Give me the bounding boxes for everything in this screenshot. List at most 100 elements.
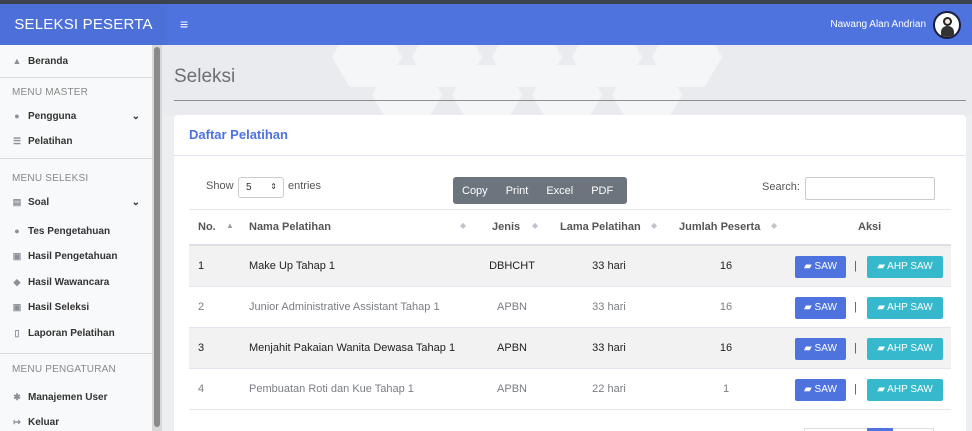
- saw-button[interactable]: ▰ SAW: [795, 379, 846, 401]
- list-icon: ☰: [12, 135, 22, 146]
- ahp-saw-button-label: AHP SAW: [887, 343, 933, 354]
- top-navbar: SELEKSI PESERTA ≡ Nawang Alan Andrian: [0, 4, 972, 45]
- search-input[interactable]: [805, 177, 935, 200]
- sidebar-item-label: Pengguna: [28, 110, 77, 122]
- select-arrows-icon: ⇕: [270, 182, 277, 191]
- saw-button[interactable]: ▰ SAW: [795, 297, 846, 319]
- column-header-no[interactable]: No.: [198, 221, 216, 233]
- entries-label: entries: [288, 180, 322, 192]
- export-button-group: Copy Print Excel PDF: [453, 177, 627, 204]
- pdf-button[interactable]: PDF: [582, 185, 622, 197]
- sidebar-item-keluar[interactable]: ↦ Keluar: [0, 412, 152, 431]
- action-separator: |: [854, 383, 857, 395]
- sort-icon[interactable]: ◆: [532, 221, 538, 230]
- sidebar-header-pengaturan: MENU PENGATURAN: [12, 364, 116, 375]
- folder-open-icon: ▰: [877, 384, 885, 395]
- check-square-icon: ▣: [12, 301, 22, 312]
- sidebar-item-hasil-pengetahuan[interactable]: ▣ Hasil Pengetahuan: [0, 246, 152, 266]
- users-cog-icon: ✱: [13, 391, 21, 402]
- column-header-lama[interactable]: Lama Pelatihan: [560, 221, 641, 233]
- sidebar-divider: [0, 158, 152, 159]
- sidebar-header-master: MENU MASTER: [12, 87, 89, 98]
- table-row: 4 Pembuatan Roti dan Kue Tahap 1 APBN 22…: [189, 369, 951, 410]
- cell-jenis: DBHCHT: [489, 260, 535, 272]
- sidebar-toggle-icon[interactable]: ≡: [180, 4, 188, 45]
- cell-lama: 33 hari: [592, 342, 626, 354]
- training-card: Daftar Pelatihan Show 5 ⇕ entries Copy P…: [174, 115, 966, 431]
- clipboard-icon: ▤: [12, 196, 22, 207]
- sidebar-scrollbar-thumb[interactable]: [154, 47, 160, 427]
- sort-icon[interactable]: ◆: [651, 221, 657, 230]
- folder-open-icon: ▰: [877, 302, 885, 313]
- sidebar-item-soal[interactable]: ▤ Soal ⌄: [0, 192, 152, 212]
- column-header-nama[interactable]: Nama Pelatihan: [249, 221, 331, 233]
- cell-no: 2: [198, 301, 205, 313]
- users-icon: ●: [14, 226, 20, 236]
- table-row: 1 Make Up Tahap 1 DBHCHT 33 hari 16 ▰ SA…: [189, 246, 951, 287]
- column-header-jenis[interactable]: Jenis: [492, 221, 520, 233]
- cell-jenis: APBN: [497, 383, 527, 395]
- ahp-saw-button[interactable]: ▰ AHP SAW: [867, 297, 943, 319]
- sidebar-item-hasil-wawancara[interactable]: ◆ Hasil Wawancara: [0, 272, 152, 292]
- title-divider: [174, 100, 966, 101]
- saw-button[interactable]: ▰ SAW: [795, 338, 846, 360]
- sidebar-divider: [0, 353, 152, 354]
- cell-jenis: APBN: [497, 301, 527, 313]
- ahp-saw-button[interactable]: ▰ AHP SAW: [867, 379, 943, 401]
- user-icon: ●: [14, 111, 20, 121]
- sort-icon[interactable]: ◆: [460, 221, 466, 230]
- folder-open-icon: ▰: [877, 343, 885, 354]
- entries-select-value: 5: [246, 182, 252, 193]
- table-row: 2 Junior Administrative Assistant Tahap …: [189, 287, 951, 328]
- sidebar-item-pengguna[interactable]: ● Pengguna ⌄: [0, 106, 152, 126]
- sidebar-item-label: Hasil Seleksi: [28, 301, 90, 313]
- card-divider: [174, 155, 966, 156]
- sidebar-item-label: Hasil Pengetahuan: [28, 250, 118, 262]
- action-separator: |: [854, 260, 857, 272]
- sidebar-item-label: Tes Pengetahuan: [28, 225, 111, 237]
- saw-button[interactable]: ▰ SAW: [795, 256, 846, 278]
- user-name[interactable]: Nawang Alan Andrian: [830, 4, 926, 45]
- table-row: 3 Menjahit Pakaian Wanita Dewasa Tahap 1…: [189, 328, 951, 369]
- cell-nama: Junior Administrative Assistant Tahap 1: [249, 301, 440, 313]
- cell-jumlah: 1: [722, 383, 730, 395]
- ahp-saw-button[interactable]: ▰ AHP SAW: [867, 338, 943, 360]
- show-label: Show: [206, 180, 234, 192]
- avatar-face-icon: [945, 19, 950, 24]
- sidebar-item-label: Soal: [28, 196, 50, 208]
- avatar[interactable]: [933, 11, 961, 39]
- cell-jumlah: 16: [719, 260, 733, 272]
- home-icon: ▲: [12, 56, 22, 66]
- entries-select[interactable]: 5 ⇕: [238, 177, 284, 198]
- sidebar-divider: [0, 77, 152, 78]
- sidebar-header-seleksi: MENU SELEKSI: [12, 173, 89, 184]
- sidebar-item-beranda[interactable]: ▲ Beranda: [0, 51, 152, 71]
- cell-nama: Pembuatan Roti dan Kue Tahap 1: [249, 383, 414, 395]
- brand-title[interactable]: SELEKSI PESERTA: [0, 4, 167, 45]
- ahp-saw-button-label: AHP SAW: [887, 261, 933, 272]
- cell-jumlah: 16: [719, 342, 733, 354]
- header-background: [162, 45, 972, 115]
- sidebar-item-pelatihan[interactable]: ☰ Pelatihan: [0, 131, 152, 151]
- cell-lama: 33 hari: [592, 260, 626, 272]
- sidebar-item-label: Manajemen User: [28, 391, 108, 403]
- sort-asc-icon[interactable]: ▲: [226, 221, 234, 230]
- ahp-saw-button[interactable]: ▰ AHP SAW: [867, 256, 943, 278]
- sidebar-item-manajemen-user[interactable]: ✱ Manajemen User: [0, 387, 152, 407]
- cell-lama: 22 hari: [592, 383, 626, 395]
- sidebar-item-label: Keluar: [28, 416, 60, 428]
- print-button[interactable]: Print: [497, 185, 538, 197]
- cell-nama: Menjahit Pakaian Wanita Dewasa Tahap 1: [249, 342, 456, 354]
- sidebar-item-laporan-pelatihan[interactable]: ▯ Laporan Pelatihan: [0, 323, 152, 343]
- folder-open-icon: ▰: [877, 261, 885, 272]
- sidebar-item-tes-pengetahuan[interactable]: ● Tes Pengetahuan: [0, 221, 152, 241]
- folder-open-icon: ▰: [804, 302, 812, 313]
- sidebar-item-hasil-seleksi[interactable]: ▣ Hasil Seleksi: [0, 297, 152, 317]
- column-header-jumlah[interactable]: Jumlah Peserta: [679, 221, 760, 233]
- copy-button[interactable]: Copy: [453, 185, 497, 197]
- cell-jumlah: 16: [719, 301, 733, 313]
- sort-icon[interactable]: ◆: [771, 221, 777, 230]
- sidebar-item-label: Laporan Pelatihan: [28, 327, 115, 339]
- folder-open-icon: ▰: [804, 261, 812, 272]
- excel-button[interactable]: Excel: [537, 185, 582, 197]
